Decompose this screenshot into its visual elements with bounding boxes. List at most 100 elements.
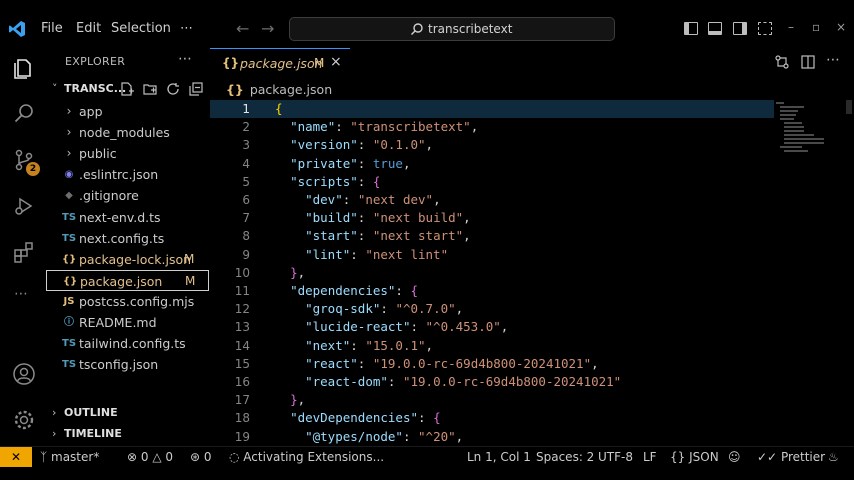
tree-item[interactable]: JS postcss.config.mjs xyxy=(46,291,210,312)
code-line[interactable]: 14 "next": "15.0.1", xyxy=(210,337,774,355)
toggle-secondary-sidebar-icon[interactable] xyxy=(733,22,747,35)
code-line[interactable]: 7 "build": "next build", xyxy=(210,209,774,227)
code-line[interactable]: 13 "lucide-react": "^0.453.0", xyxy=(210,318,774,336)
code-line[interactable]: 19 "@types/node": "^20", xyxy=(210,428,774,446)
code-line[interactable]: 9 "lint": "next lint" xyxy=(210,246,774,264)
close-window-icon[interactable]: × xyxy=(836,20,846,34)
code-line[interactable]: 6 "dev": "next dev", xyxy=(210,191,774,209)
minimize-icon[interactable]: – xyxy=(788,20,794,34)
code-token: : xyxy=(418,410,434,426)
tree-item[interactable]: {} package-lock.json M xyxy=(46,249,210,270)
code-line[interactable]: 3 "version": "0.1.0", xyxy=(210,136,774,154)
code-token: } xyxy=(290,392,298,408)
toggle-primary-sidebar-icon[interactable] xyxy=(684,22,698,35)
toggle-panel-icon[interactable] xyxy=(708,22,722,35)
forward-arrow-icon[interactable]: → xyxy=(261,19,274,38)
code-line[interactable]: 12 "groq-sdk": "^0.7.0", xyxy=(210,300,774,318)
line-number: 3 xyxy=(242,138,250,153)
close-tab-icon[interactable]: × xyxy=(330,54,342,70)
search-icon[interactable] xyxy=(12,102,36,126)
line-text: { xyxy=(275,100,283,118)
outline-section[interactable]: › OUTLINE xyxy=(52,406,118,419)
explorer-icon[interactable] xyxy=(12,56,36,80)
scrollbar-thumb[interactable] xyxy=(846,100,852,114)
accounts-icon[interactable] xyxy=(12,362,36,386)
tree-item[interactable]: › public xyxy=(46,143,210,164)
open-changes-icon[interactable] xyxy=(775,55,789,69)
code-token: "dev" xyxy=(305,192,343,207)
tree-item[interactable]: TS tsconfig.json xyxy=(46,354,210,375)
explorer-more-icon[interactable]: ⋯ xyxy=(178,51,192,67)
more-views-icon[interactable]: ⋯ xyxy=(14,286,28,302)
customize-layout-icon[interactable] xyxy=(758,22,772,35)
code-token: "version" xyxy=(290,137,358,153)
tree-item[interactable]: {} package.json M xyxy=(46,269,209,291)
code-token: "react" xyxy=(305,355,358,371)
ports-status[interactable]: ⊛ 0 xyxy=(190,450,212,464)
code-line[interactable]: 17 }, xyxy=(210,391,774,409)
tab-package-json[interactable]: {} package.json M × xyxy=(210,48,350,78)
menu-edit[interactable]: Edit xyxy=(76,21,101,36)
encoding[interactable]: UTF-8 xyxy=(598,450,633,464)
remote-indicator[interactable]: ✕ xyxy=(0,447,32,467)
code-token: { xyxy=(275,101,283,116)
tree-item[interactable]: TS next.config.ts xyxy=(46,228,210,249)
copilot-icon[interactable]: ☺ xyxy=(728,450,741,464)
restore-icon[interactable]: ▫ xyxy=(812,20,820,34)
code-line[interactable]: 1{ xyxy=(210,100,774,119)
back-arrow-icon[interactable]: ← xyxy=(236,19,249,38)
code-line[interactable]: 11 "dependencies": { xyxy=(210,282,774,300)
tree-item-label: .eslintrc.json xyxy=(79,167,159,183)
collapse-all-icon[interactable] xyxy=(189,82,203,96)
code-line[interactable]: 15 "react": "19.0.0-rc-69d4b800-20241021… xyxy=(210,355,774,373)
tree-item[interactable]: ⓘ README.md xyxy=(46,312,210,333)
settings-gear-icon[interactable] xyxy=(12,408,36,432)
command-center[interactable]: transcribetext xyxy=(289,17,615,41)
code-line[interactable]: 4 "private": true, xyxy=(210,155,774,173)
timeline-section[interactable]: › TIMELINE xyxy=(52,427,122,440)
tree-item[interactable]: TS tailwind.config.ts xyxy=(46,333,210,354)
language-mode[interactable]: {} JSON xyxy=(670,450,719,464)
branch-status[interactable]: ᛉ master* xyxy=(40,450,99,464)
code-line[interactable]: 16 "react-dom": "19.0.0-rc-69d4b800-2024… xyxy=(210,373,774,391)
formatter-status[interactable]: ✓✓ Prettier xyxy=(757,450,825,464)
problems-status[interactable]: ⊗ 0 △ 0 xyxy=(127,450,173,464)
end-of-line[interactable]: LF xyxy=(643,450,657,464)
code-line[interactable]: 8 "start": "next start", xyxy=(210,227,774,245)
tree-item[interactable]: TS next-env.d.ts xyxy=(46,207,210,228)
new-file-icon[interactable] xyxy=(120,82,134,96)
cursor-position[interactable]: Ln 1, Col 1 xyxy=(467,450,531,464)
code-token: : xyxy=(395,283,411,298)
code-line[interactable]: 2 "name": "transcribetext", xyxy=(210,118,774,136)
workspace-root[interactable]: ˅ TRANSC... xyxy=(52,82,126,95)
code-token: , xyxy=(297,392,306,408)
run-debug-icon[interactable] xyxy=(12,194,36,218)
notifications-bell-icon[interactable]: ♨ xyxy=(828,450,839,464)
code-line[interactable]: 10 }, xyxy=(210,264,774,282)
json-file-icon: {} xyxy=(226,82,244,97)
tree-item[interactable]: ◉ .eslintrc.json xyxy=(46,164,210,185)
code-line[interactable]: 5 "scripts": { xyxy=(210,173,774,191)
minimap[interactable] xyxy=(774,100,846,160)
split-editor-icon[interactable] xyxy=(801,55,815,69)
refresh-icon[interactable] xyxy=(166,82,180,96)
code-line[interactable]: 18 "devDependencies": { xyxy=(210,409,774,427)
breadcrumb[interactable]: {} package.json xyxy=(226,82,332,97)
tree-item[interactable]: ◆ .gitignore xyxy=(46,185,210,206)
breadcrumb-file: package.json xyxy=(249,82,333,97)
indentation[interactable]: Spaces: 2 xyxy=(536,450,594,464)
editor-more-icon[interactable]: ⋯ xyxy=(826,52,840,68)
extensions-icon[interactable] xyxy=(12,240,36,264)
tree-item[interactable]: › node_modules xyxy=(46,122,210,143)
menu-file[interactable]: File xyxy=(41,21,63,36)
new-folder-icon[interactable] xyxy=(143,82,157,96)
tree-item[interactable]: › app xyxy=(46,101,210,122)
menu-selection[interactable]: Selection xyxy=(111,21,171,36)
menu-more[interactable]: ⋯ xyxy=(180,21,193,36)
